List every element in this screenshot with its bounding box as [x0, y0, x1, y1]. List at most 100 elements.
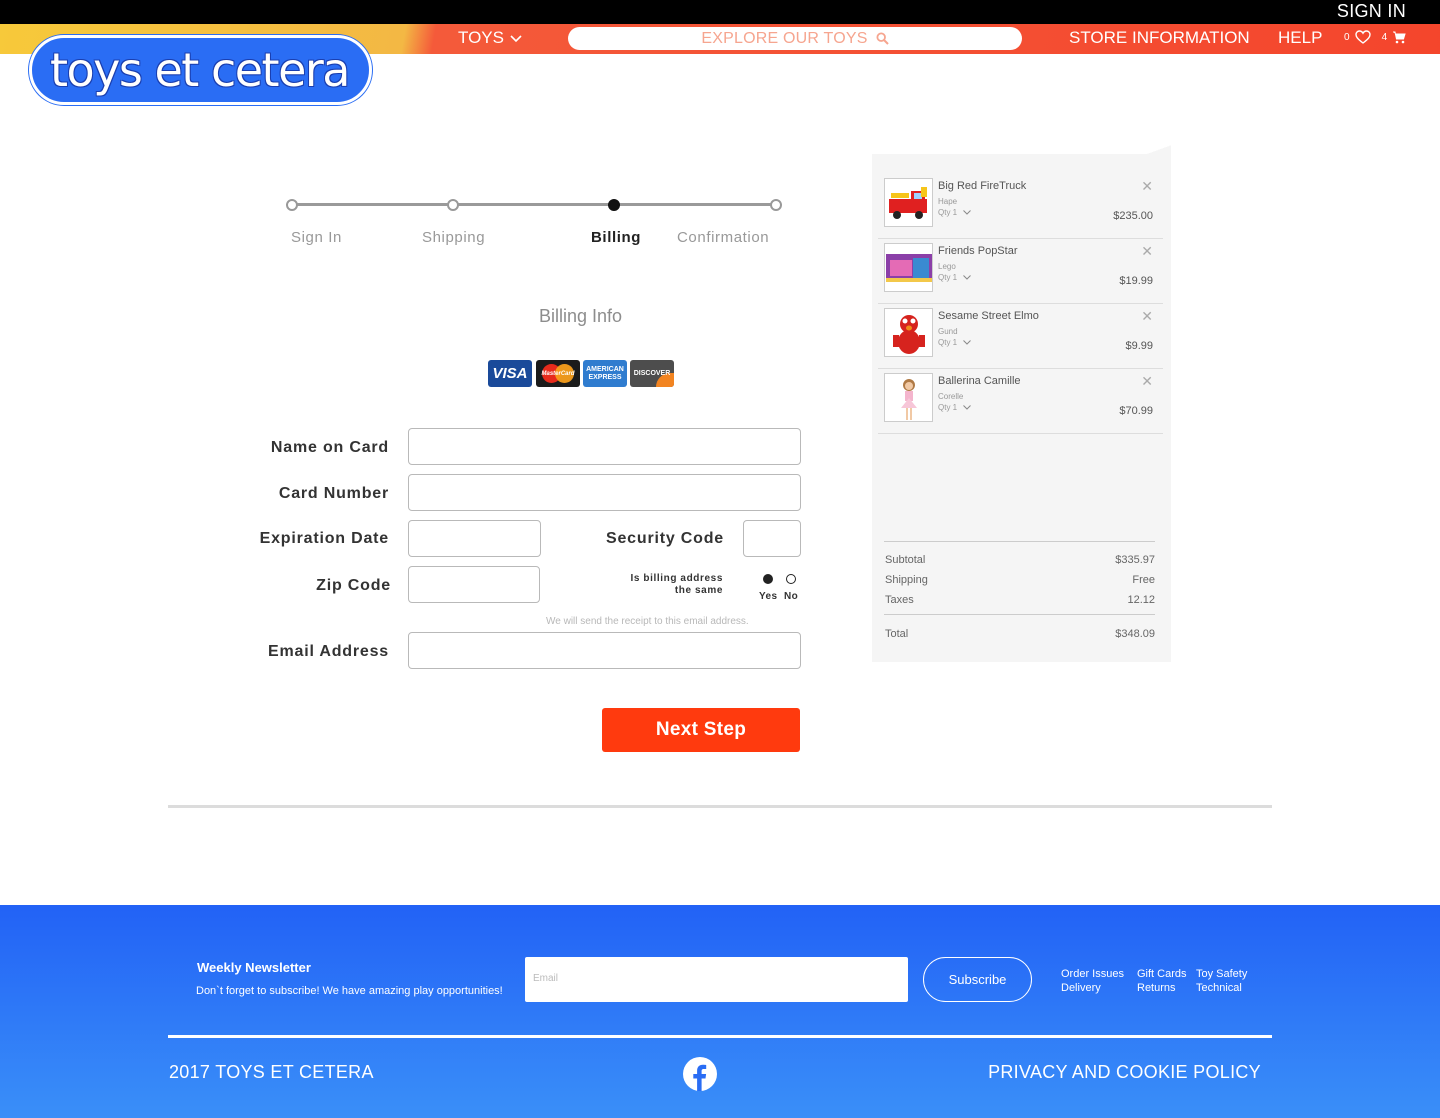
firetruck-thumbnail[interactable]	[884, 178, 933, 227]
divider	[168, 805, 1272, 808]
newsletter-subtitle: Don`t forget to subscribe! We have amazi…	[196, 985, 503, 997]
step-label-confirmation: Confirmation	[677, 229, 770, 246]
step-dot-sign-in	[286, 199, 298, 211]
taxes-label: Taxes	[885, 594, 914, 606]
qty-label: Qty 1	[938, 338, 958, 347]
security-code-field[interactable]	[743, 520, 801, 557]
search-input[interactable]: EXPLORE OUR TOYS	[568, 27, 1022, 50]
card-number-field[interactable]	[408, 474, 801, 511]
email-address-label: Email Address	[268, 643, 389, 660]
next-step-button[interactable]: Next Step	[602, 708, 800, 752]
step-dot-shipping	[447, 199, 459, 211]
qty-selector[interactable]: Qty 1	[938, 338, 971, 347]
toys-menu[interactable]: TOYS	[458, 28, 522, 48]
chevron-down-icon	[963, 405, 971, 411]
billing-same-yes-radio[interactable]	[763, 574, 773, 584]
footer-link-returns[interactable]: Returns	[1137, 982, 1176, 994]
logo-text: toys et cetera	[50, 43, 350, 97]
nav-counters: 0 4	[1344, 30, 1406, 44]
qty-selector[interactable]: Qty 1	[938, 208, 971, 217]
cart-item-brand: Hape	[938, 197, 958, 206]
name-on-card-field[interactable]	[408, 428, 801, 465]
popstar-thumbnail[interactable]	[884, 243, 933, 292]
remove-item-icon[interactable]: ✕	[1141, 308, 1153, 325]
visa-logo: VISA	[488, 360, 532, 387]
remove-item-icon[interactable]: ✕	[1141, 373, 1153, 390]
email-placeholder: Email	[533, 973, 559, 984]
progress-track	[292, 203, 776, 206]
heart-icon[interactable]	[1354, 30, 1371, 44]
top-bar: SIGN IN	[0, 0, 1440, 24]
cart-item: Ballerina Camille Corelle Qty 1 $70.99 ✕	[878, 369, 1163, 434]
cart-item-name: Big Red FireTruck	[938, 180, 1027, 192]
cart-item: Sesame Street Elmo Gund Qty 1 $9.99 ✕	[878, 304, 1163, 369]
billing-same-label: Is billing address the same	[613, 573, 723, 597]
qty-label: Qty 1	[938, 273, 958, 282]
qty-label: Qty 1	[938, 403, 958, 412]
step-dot-confirmation	[770, 199, 782, 211]
footer-link-delivery[interactable]: Delivery	[1061, 982, 1101, 994]
email-address-field[interactable]	[408, 632, 801, 669]
expiration-date-field[interactable]	[408, 520, 541, 557]
name-on-card-label: Name on Card	[270, 439, 389, 456]
privacy-policy-link[interactable]: PRIVACY AND COOKIE POLICY	[988, 1062, 1261, 1083]
chevron-down-icon	[963, 210, 971, 216]
cart-item: Friends PopStar Lego Qty 1 $19.99 ✕	[878, 239, 1163, 304]
store-information-link[interactable]: STORE INFORMATION	[1069, 28, 1250, 48]
cart-item-price: $235.00	[1113, 210, 1153, 222]
wishlist-count: 0	[1344, 31, 1350, 43]
footer-divider	[168, 1035, 1272, 1038]
discover-logo: DISCOVER	[630, 360, 674, 387]
shipping-value: Free	[1132, 574, 1155, 586]
footer-link-technical[interactable]: Technical	[1196, 982, 1242, 994]
cart-item-price: $9.99	[1125, 340, 1153, 352]
chevron-down-icon	[963, 275, 971, 281]
amex-logo: AMERICAN EXPRESS	[583, 360, 627, 387]
cart-item-brand: Corelle	[938, 392, 964, 401]
ballerina-thumbnail[interactable]	[884, 373, 933, 422]
taxes-value: 12.12	[1127, 594, 1155, 606]
cart-item-price: $70.99	[1119, 405, 1153, 417]
help-link[interactable]: HELP	[1278, 28, 1322, 48]
newsletter-email-input[interactable]: Email	[525, 957, 908, 1002]
remove-item-icon[interactable]: ✕	[1141, 178, 1153, 195]
toys-menu-label: TOYS	[458, 28, 504, 47]
cart-item: Big Red FireTruck Hape Qty 1 $235.00 ✕	[878, 174, 1163, 239]
copyright: 2017 TOYS ET CETERA	[169, 1062, 374, 1082]
step-dot-billing	[608, 199, 620, 211]
cart-item-brand: Lego	[938, 262, 956, 271]
search-icon[interactable]	[876, 32, 889, 45]
zip-code-field[interactable]	[408, 566, 540, 603]
step-label-sign-in: Sign In	[291, 229, 342, 246]
chevron-down-icon	[963, 340, 971, 346]
total-label: Total	[885, 628, 909, 640]
footer-link-toy-safety[interactable]: Toy Safety	[1196, 968, 1247, 980]
cart-item-name: Friends PopStar	[938, 245, 1018, 257]
security-code-label: Security Code	[606, 530, 724, 547]
receipt-note: We will send the receipt to this email a…	[546, 616, 749, 627]
logo[interactable]: toys et cetera	[29, 35, 372, 105]
footer-link-order-issues[interactable]: Order Issues	[1061, 968, 1124, 980]
zip-code-label: Zip Code	[316, 577, 391, 594]
yes-label: Yes	[759, 591, 778, 602]
billing-same-no-radio[interactable]	[786, 574, 796, 584]
subtotal-value: $335.97	[1115, 554, 1155, 566]
remove-item-icon[interactable]: ✕	[1141, 243, 1153, 260]
cart-notch	[1145, 145, 1171, 155]
billing-info-title: Billing Info	[539, 306, 623, 326]
no-label: No	[784, 591, 799, 602]
step-label-shipping: Shipping	[422, 229, 486, 246]
qty-selector[interactable]: Qty 1	[938, 403, 971, 412]
sign-in-link[interactable]: SIGN IN	[1337, 1, 1406, 22]
footer-link-gift-cards[interactable]: Gift Cards	[1137, 968, 1187, 980]
cart-icon[interactable]	[1392, 31, 1406, 44]
chevron-down-icon	[510, 34, 522, 42]
newsletter-title: Weekly Newsletter	[197, 960, 311, 975]
subscribe-button[interactable]: Subscribe	[923, 957, 1032, 1002]
qty-selector[interactable]: Qty 1	[938, 273, 971, 282]
summary-divider	[884, 541, 1155, 542]
elmo-thumbnail[interactable]	[884, 308, 933, 357]
mastercard-logo: MasterCard	[536, 360, 580, 387]
facebook-icon[interactable]	[683, 1057, 717, 1091]
qty-label: Qty 1	[938, 208, 958, 217]
